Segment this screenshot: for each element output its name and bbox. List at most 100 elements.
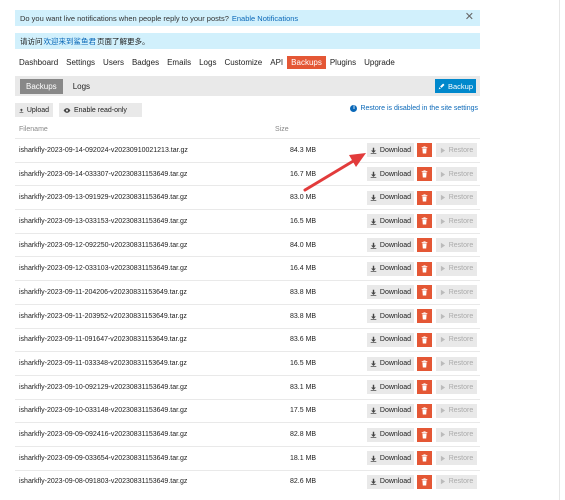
download-icon — [370, 194, 377, 202]
restore-button: Restore — [436, 214, 477, 229]
download-icon — [370, 431, 377, 439]
download-label: Download — [379, 431, 412, 439]
download-label: Download — [379, 170, 412, 178]
delete-button[interactable] — [417, 143, 432, 158]
table-row: isharkfly-2023-09-13-091929-v20230831153… — [15, 185, 480, 209]
tab-logs[interactable]: Logs — [67, 79, 96, 94]
nav-backups[interactable]: Backups — [287, 55, 326, 69]
download-button[interactable]: Download — [367, 332, 414, 347]
welcome-prefix: 请访问 — [20, 36, 43, 46]
download-button[interactable]: Download — [367, 380, 414, 395]
restore-button: Restore — [436, 167, 477, 182]
nav-badges[interactable]: Badges — [128, 56, 163, 69]
delete-button[interactable] — [417, 214, 432, 229]
download-label: Download — [379, 407, 412, 415]
backup-size: 16.4 MB — [290, 265, 317, 273]
delete-button[interactable] — [417, 380, 432, 395]
nav-logs[interactable]: Logs — [195, 56, 220, 69]
play-icon — [440, 408, 445, 414]
download-button[interactable]: Download — [367, 403, 414, 418]
nav-dashboard[interactable]: Dashboard — [15, 56, 62, 69]
delete-button[interactable] — [417, 356, 432, 371]
download-label: Download — [379, 336, 412, 344]
nav-emails[interactable]: Emails — [163, 56, 195, 69]
backup-filename: isharkfly-2023-09-08-091803-v20230831153… — [19, 478, 188, 486]
enable-notifications-link[interactable]: Enable Notifications — [232, 14, 298, 23]
backup-filename: isharkfly-2023-09-11-203952-v20230831153… — [19, 312, 187, 320]
restore-button: Restore — [436, 427, 477, 442]
download-icon — [370, 384, 377, 391]
trash-icon — [421, 265, 428, 273]
delete-button[interactable] — [417, 167, 432, 182]
table-row: isharkfly-2023-09-11-033348-v20230831153… — [15, 351, 480, 375]
delete-button[interactable] — [417, 261, 432, 276]
table-row: isharkfly-2023-09-11-204206-v20230831153… — [15, 280, 480, 304]
upload-button[interactable]: Upload — [15, 103, 53, 117]
trash-icon — [421, 407, 428, 415]
restore-button: Restore — [436, 143, 477, 158]
delete-button[interactable] — [417, 427, 432, 442]
download-button[interactable]: Download — [367, 167, 414, 182]
delete-button[interactable] — [417, 238, 432, 253]
backup-actions: Upload Enable read-only i Restore is dis… — [15, 103, 480, 117]
welcome-suffix: 页面了解更多。 — [97, 36, 150, 46]
info-circle-icon: i — [350, 105, 358, 112]
download-icon — [370, 360, 377, 368]
download-label: Download — [379, 478, 412, 486]
download-button[interactable]: Download — [367, 474, 414, 489]
download-label: Download — [379, 217, 412, 225]
restore-label: Restore — [448, 265, 474, 273]
nav-users[interactable]: Users — [99, 56, 128, 69]
table-row: isharkfly-2023-09-08-091803-v20230831153… — [15, 469, 480, 494]
backup-filename: isharkfly-2023-09-12-092250-v20230831153… — [19, 241, 188, 249]
download-icon — [370, 455, 377, 462]
download-button[interactable]: Download — [367, 309, 414, 324]
restore-disabled-text: Restore is disabled in the site settings — [360, 105, 478, 112]
download-button[interactable]: Download — [367, 238, 414, 253]
backup-filename: isharkfly-2023-09-14-092024-v20230910021… — [19, 146, 188, 154]
download-button[interactable]: Download — [367, 214, 414, 229]
delete-button[interactable] — [417, 451, 432, 466]
trash-icon — [421, 478, 428, 486]
backup-button[interactable]: Backup — [435, 79, 476, 93]
nav-customize[interactable]: Customize — [220, 56, 266, 69]
download-button[interactable]: Download — [367, 451, 414, 466]
restore-label: Restore — [448, 360, 474, 368]
download-button[interactable]: Download — [367, 261, 414, 276]
download-button[interactable]: Download — [367, 143, 414, 158]
delete-button[interactable] — [417, 309, 432, 324]
download-button[interactable]: Download — [367, 190, 414, 205]
tab-backups[interactable]: Backups — [20, 78, 63, 94]
table-row: isharkfly-2023-09-10-092129-v20230831153… — [15, 374, 480, 399]
download-button[interactable]: Download — [367, 427, 414, 442]
delete-button[interactable] — [417, 403, 432, 418]
delete-button[interactable] — [417, 332, 432, 347]
restore-label: Restore — [448, 383, 474, 391]
restore-disabled-note[interactable]: i Restore is disabled in the site settin… — [350, 105, 478, 112]
restore-label: Restore — [448, 217, 474, 225]
nav-api[interactable]: API — [266, 56, 287, 69]
backup-filename: isharkfly-2023-09-13-091929-v20230831153… — [19, 194, 188, 202]
close-icon[interactable]: ✕ — [465, 10, 474, 23]
delete-button[interactable] — [417, 190, 432, 205]
backups-table-body: isharkfly-2023-09-14-092024-v20230910021… — [15, 138, 480, 493]
backup-filename: isharkfly-2023-09-14-033307-v20230831153… — [19, 170, 188, 178]
nav-upgrade[interactable]: Upgrade — [360, 56, 399, 69]
download-icon — [370, 242, 377, 249]
download-button[interactable]: Download — [367, 356, 414, 371]
backups-table-header: Filename Size — [15, 124, 480, 138]
download-icon — [370, 147, 377, 154]
welcome-link[interactable]: 欢迎来到鲨鱼君 — [44, 36, 97, 47]
restore-label: Restore — [448, 312, 474, 320]
nav-plugins[interactable]: Plugins — [326, 56, 360, 69]
delete-button[interactable] — [417, 285, 432, 300]
table-row: isharkfly-2023-09-10-033148-v20230831153… — [15, 398, 480, 423]
backup-size: 16.5 MB — [290, 360, 317, 368]
delete-button[interactable] — [417, 474, 432, 489]
backup-size: 18.1 MB — [290, 454, 317, 462]
download-button[interactable]: Download — [367, 285, 414, 300]
backup-size: 16.5 MB — [290, 217, 317, 225]
enable-readonly-button[interactable]: Enable read-only — [59, 103, 142, 117]
backup-size: 16.7 MB — [290, 170, 317, 178]
nav-settings[interactable]: Settings — [62, 56, 99, 69]
